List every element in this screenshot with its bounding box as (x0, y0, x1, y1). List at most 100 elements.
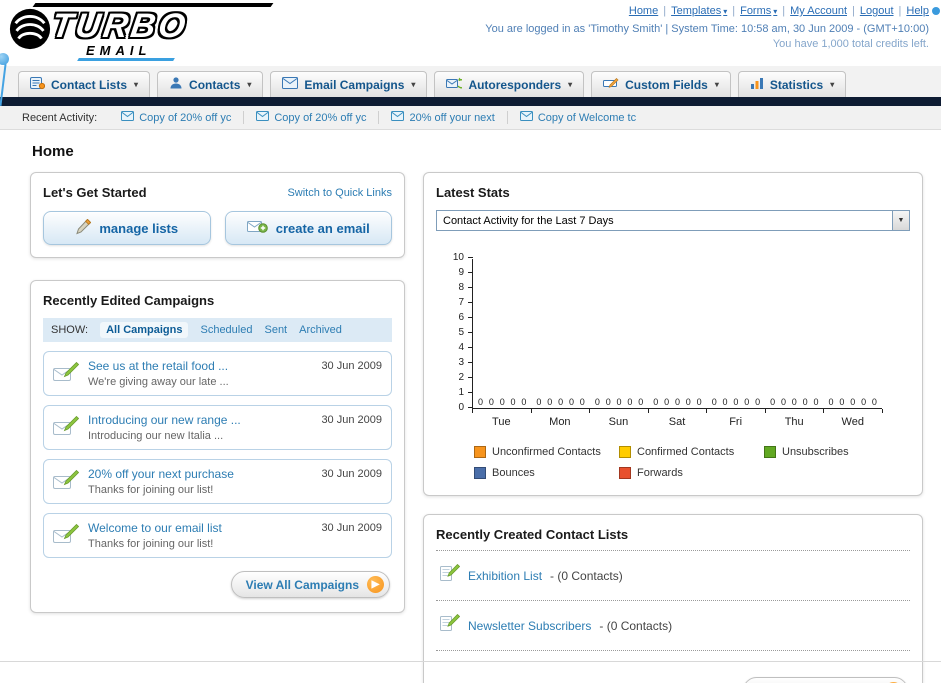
campaign-title-link[interactable]: See us at the retail food ... (88, 359, 312, 373)
chart-value-label: 0 (813, 397, 819, 407)
logo-underline (77, 58, 175, 61)
chart-zero-row: 00000000000000000000000000000000000 (473, 397, 882, 407)
campaign-subtitle: We're giving away our late ... (88, 376, 229, 388)
y-axis-tick: 1 (458, 387, 473, 398)
recent-activity-item[interactable]: Copy of 20% off yc (244, 111, 380, 124)
caret-down-icon: ▼ (892, 211, 909, 230)
chart-value-label: 0 (861, 397, 867, 407)
chart-value-label: 0 (579, 397, 585, 407)
x-axis-label: Thu (784, 416, 804, 428)
legend-item: Unsubscribes (764, 446, 909, 458)
recent-activity-bar: Recent Activity: Copy of 20% off yc Copy… (0, 106, 941, 130)
campaign-row[interactable]: Introducing our new range ... Introducin… (43, 405, 392, 450)
filter-sent[interactable]: Sent (264, 324, 287, 336)
envelope-icon (256, 111, 270, 124)
nav-my-account-link[interactable]: My Account (790, 5, 847, 17)
arrow-right-icon: ▶ (367, 576, 384, 593)
chart-value-label: 0 (521, 397, 527, 407)
autoresponders-icon (446, 77, 467, 93)
chart-value-group: 00000 (648, 397, 706, 407)
show-label: SHOW: (51, 324, 89, 336)
switch-quick-links-link[interactable]: Switch to Quick Links (287, 187, 392, 199)
recent-activity-item[interactable]: Copy of 20% off yc (109, 111, 245, 124)
contact-list-row[interactable]: Exhibition List - (0 Contacts) (436, 559, 910, 592)
y-axis-tick: 7 (458, 297, 473, 308)
x-axis-tick (706, 409, 708, 413)
filter-scheduled[interactable]: Scheduled (200, 324, 252, 336)
create-email-button[interactable]: create an email (224, 211, 392, 245)
filter-archived[interactable]: Archived (299, 324, 342, 336)
contacts-icon (169, 76, 183, 93)
tab-contact-lists[interactable]: Contact Lists ▾ (18, 71, 151, 97)
chart-value-group: 00000 (590, 397, 648, 407)
stats-period-value: Contact Activity for the Last 7 Days (443, 214, 614, 227)
campaign-subtitle: Thanks for joining our list! (88, 538, 214, 550)
campaign-title-link[interactable]: 20% off your next purchase (88, 467, 312, 481)
left-column: Let's Get Started Switch to Quick Links … (30, 172, 405, 613)
y-axis-tick-label: 1 (458, 387, 464, 398)
view-all-campaigns-button[interactable]: View All Campaigns ▶ (230, 571, 390, 598)
x-axis-tick (589, 409, 591, 413)
separator (852, 5, 855, 17)
main-nav-tabbar: Contact Lists ▾ Contacts ▾ Email Campaigns… (0, 66, 941, 97)
app-window: TURBO EMAIL Home Templates▾ Forms▾ My Accou… (0, 0, 941, 683)
filter-all-campaigns[interactable]: All Campaigns (100, 322, 189, 338)
campaign-title-link[interactable]: Introducing our new range ... (88, 413, 312, 427)
y-axis-tick-label: 5 (458, 327, 464, 338)
nav-forms-link[interactable]: Forms ▾ (740, 5, 777, 17)
chart-value-label: 0 (850, 397, 856, 407)
legend-item: Unconfirmed Contacts (474, 446, 619, 458)
contact-list-link[interactable]: Exhibition List (468, 569, 542, 583)
top-nav: Home Templates▾ Forms▾ My Account Logout Help (485, 5, 929, 17)
tab-custom-fields[interactable]: Custom Fields ▾ (591, 71, 731, 97)
login-status-text: You are logged in as 'Timothy Smith' | S… (485, 23, 929, 35)
campaign-row[interactable]: 20% off your next purchase Thanks for jo… (43, 459, 392, 504)
campaign-row[interactable]: Welcome to our email list Thanks for joi… (43, 513, 392, 558)
legend-label: Bounces (492, 467, 535, 479)
nav-help-link[interactable]: Help (906, 5, 929, 17)
get-started-title: Let's Get Started (43, 185, 147, 200)
nav-templates-link[interactable]: Templates ▾ (671, 5, 727, 17)
nav-home-link[interactable]: Home (629, 5, 658, 17)
legend-item: Confirmed Contacts (619, 446, 764, 458)
logo-subtitle: EMAIL (86, 43, 152, 58)
chart-value-label: 0 (568, 397, 574, 407)
chart-value-label: 0 (674, 397, 680, 407)
nav-logout-link[interactable]: Logout (860, 5, 894, 17)
recent-activity-item[interactable]: 20% off your next (379, 111, 508, 124)
y-axis-tick-label: 6 (458, 312, 464, 323)
recently-edited-campaigns-panel: Recently Edited Campaigns SHOW: All Camp… (30, 280, 405, 613)
chart-value-label: 0 (558, 397, 564, 407)
tab-statistics[interactable]: Statistics ▾ (737, 71, 847, 97)
logo-title: TURBO (49, 7, 191, 45)
legend-swatch (764, 446, 776, 458)
stats-period-select[interactable]: Contact Activity for the Last 7 Days ▼ (436, 210, 910, 231)
manage-lists-button[interactable]: manage lists (43, 211, 211, 245)
tab-email-campaigns[interactable]: Email Campaigns ▾ (270, 71, 428, 97)
envelope-icon (391, 111, 405, 124)
contact-list-link[interactable]: Newsletter Subscribers (468, 619, 591, 633)
campaign-title-link[interactable]: Welcome to our email list (88, 521, 312, 535)
statistics-icon (750, 77, 764, 93)
caret-down-icon: ▾ (723, 7, 728, 16)
footer-divider (0, 661, 941, 662)
recent-activity-label: Recent Activity: (22, 111, 98, 124)
chart-value-label: 0 (616, 397, 622, 407)
chart-value-label: 0 (478, 397, 484, 407)
credits-status-text: You have 1,000 total credits left. (772, 38, 929, 50)
campaign-date: 30 Jun 2009 (321, 414, 382, 426)
y-axis-tick-label: 8 (458, 282, 464, 293)
tab-autoresponders[interactable]: Autoresponders ▾ (434, 71, 585, 97)
legend-item: Bounces (474, 467, 619, 479)
recent-activity-item[interactable]: Copy of Welcome tc (508, 111, 648, 124)
get-started-panel: Let's Get Started Switch to Quick Links … (30, 172, 405, 258)
y-axis-tick-label: 10 (452, 252, 464, 263)
contact-list-row[interactable]: Newsletter Subscribers - (0 Contacts) (436, 609, 910, 642)
see-all-contact-lists-button[interactable]: See All Contact Lists ▶ (743, 677, 908, 683)
x-axis-label: Wed (841, 416, 864, 428)
tab-contacts[interactable]: Contacts ▾ (157, 71, 264, 97)
chart-value-label: 0 (510, 397, 516, 407)
x-axis-label: Sun (608, 416, 629, 428)
campaign-row[interactable]: See us at the retail food ... We're givi… (43, 351, 392, 396)
chart-value-label: 0 (828, 397, 834, 407)
